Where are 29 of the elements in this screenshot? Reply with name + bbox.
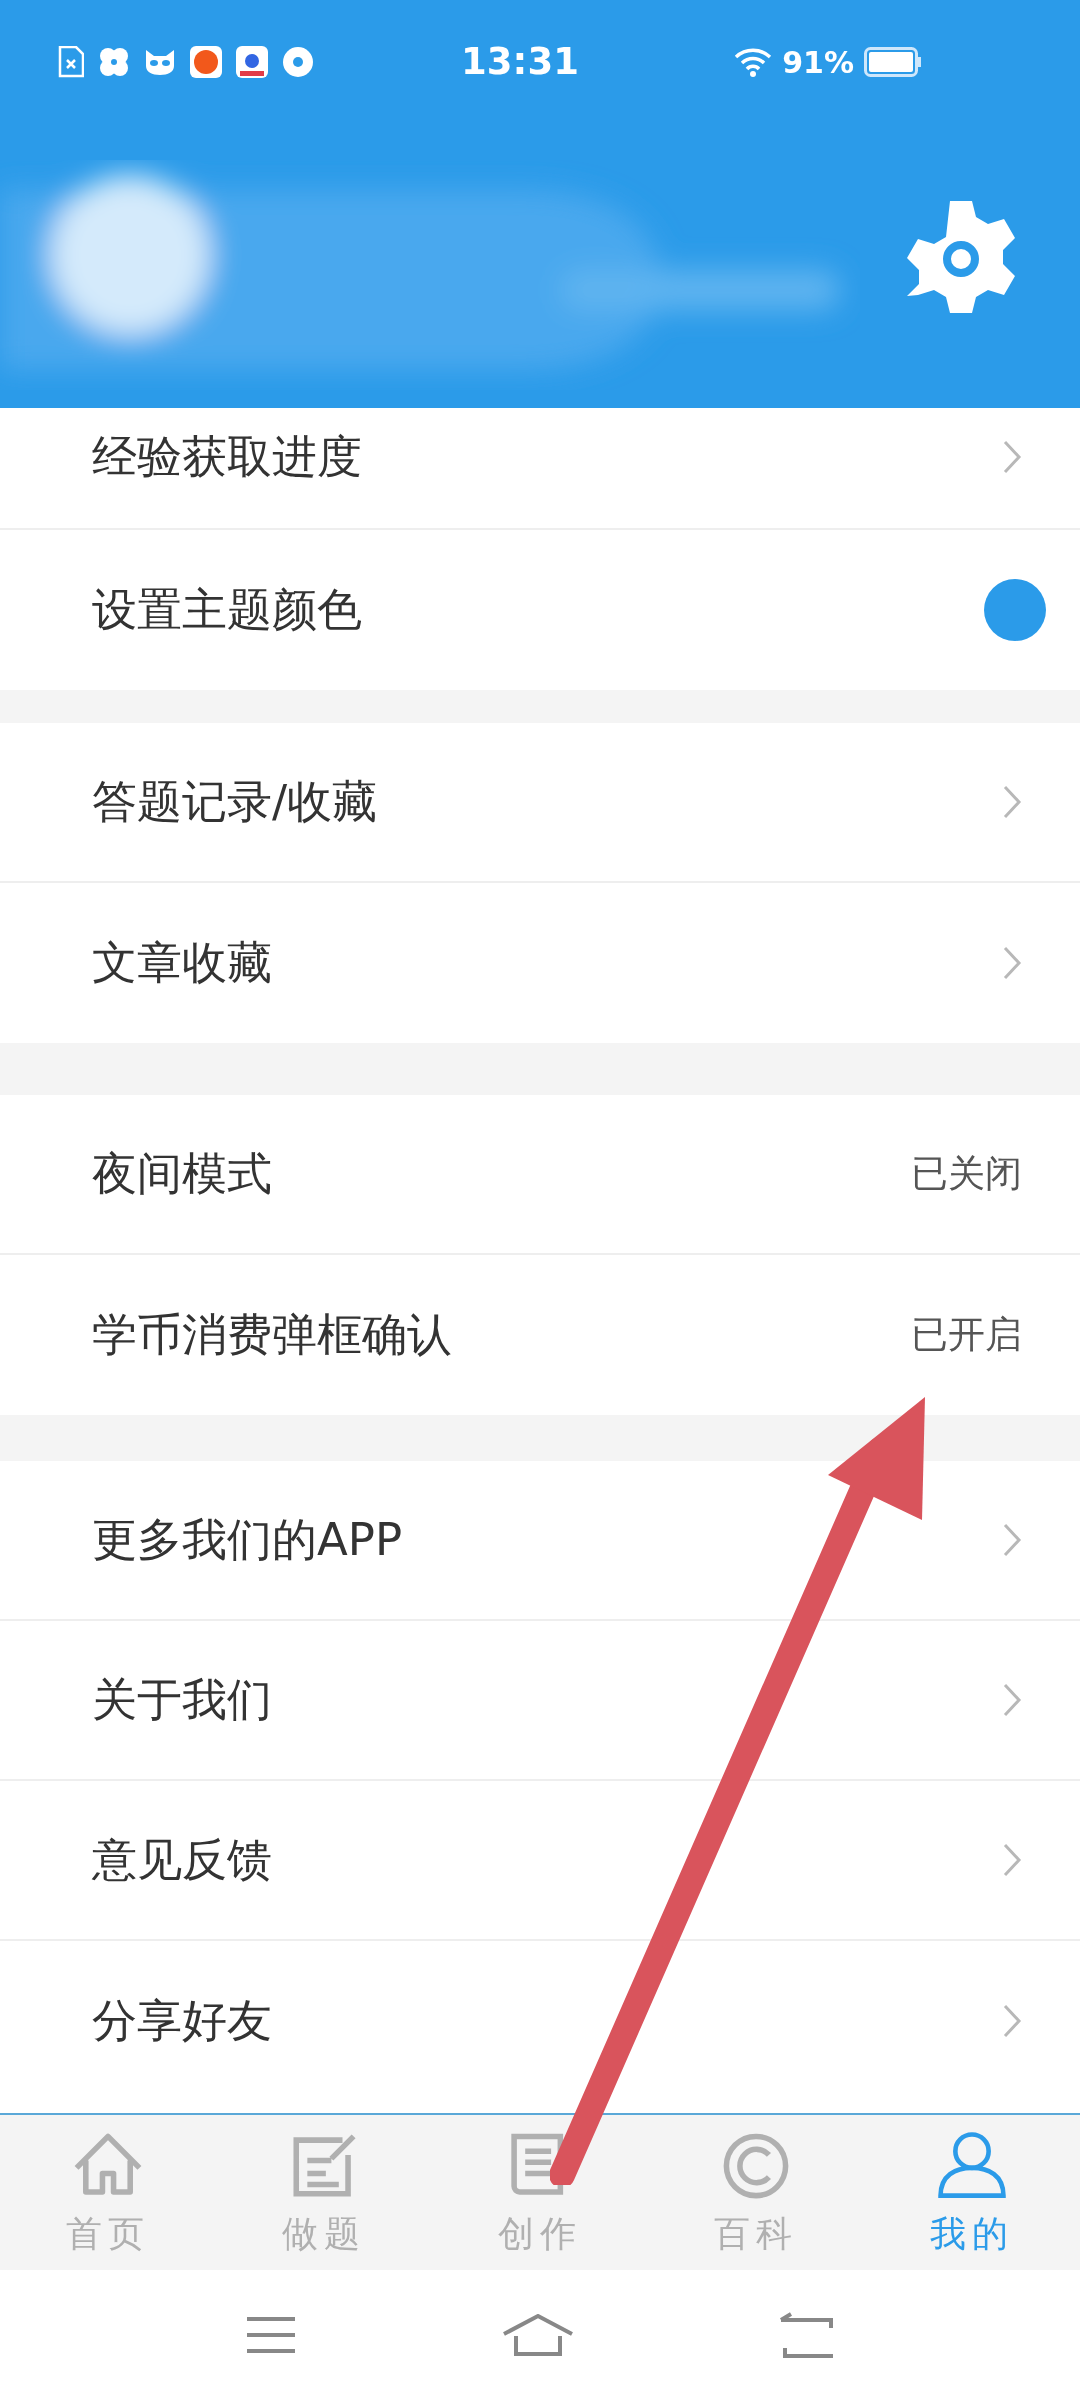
row-label: 经验获取进度 xyxy=(92,429,363,486)
chevron-icon xyxy=(1002,784,1022,820)
status-time: 13:31 xyxy=(461,39,579,86)
app-icon xyxy=(190,46,222,78)
chevron-icon xyxy=(1002,439,1022,475)
chevron-icon xyxy=(1002,1682,1022,1718)
row-value: 已关闭 xyxy=(911,1151,1022,1198)
home-button-icon[interactable] xyxy=(502,2314,574,2356)
row-value: 已开启 xyxy=(911,1312,1022,1359)
row-label: 更多我们的APP xyxy=(92,1512,404,1569)
row-label: 夜间模式 xyxy=(92,1146,273,1203)
sim-card-icon xyxy=(58,46,84,78)
chevron-icon xyxy=(1002,945,1022,981)
row-label: 答题记录/收藏 xyxy=(92,774,379,831)
row-label: 分享好友 xyxy=(92,1993,273,2050)
fan-icon xyxy=(98,46,130,78)
chevron-icon xyxy=(1002,1842,1022,1878)
back-icon[interactable] xyxy=(779,2312,835,2358)
chevron-icon xyxy=(1002,1522,1022,1558)
battery-icon xyxy=(864,47,922,77)
row-label: 关于我们 xyxy=(92,1672,273,1729)
row-label: 设置主题颜色 xyxy=(92,582,363,639)
chevron-icon xyxy=(1002,2003,1022,2039)
row-label: 意见反馈 xyxy=(92,1832,273,1889)
row-label: 文章收藏 xyxy=(92,935,273,992)
row-label: 学币消费弹框确认 xyxy=(92,1307,453,1364)
battery-percentage: 91% xyxy=(782,43,854,82)
wifi-icon xyxy=(734,47,773,77)
menu-icon[interactable] xyxy=(245,2315,297,2355)
